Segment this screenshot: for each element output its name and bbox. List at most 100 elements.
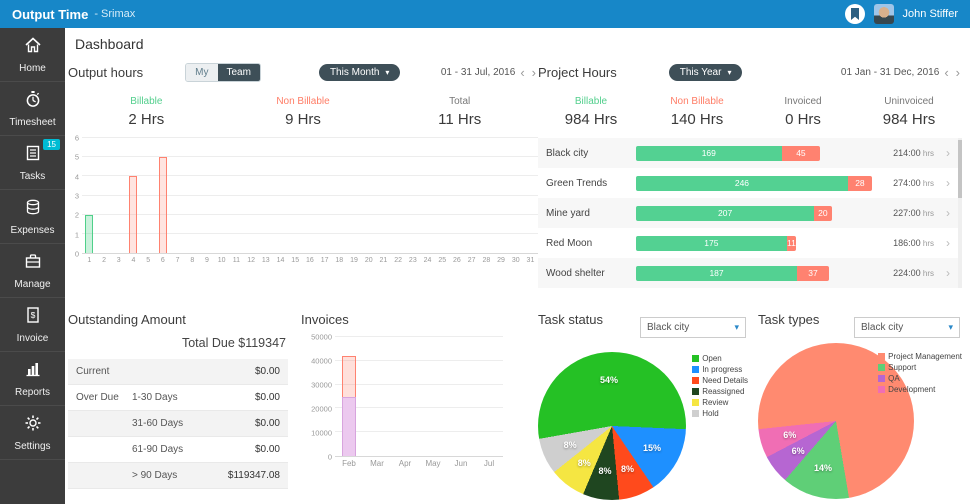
toggle-team-button[interactable]: Team [217,63,260,81]
legend-item: In progress [692,365,748,374]
user-name[interactable]: John Stiffer [903,8,958,20]
chevron-right-icon[interactable]: › [942,146,950,160]
task-status-project-select[interactable]: Black city ▾ [640,317,746,338]
next-period-button[interactable]: › [530,65,538,80]
legend-item: Project Management [878,352,962,361]
next-period-button[interactable]: › [954,65,962,80]
legend-label: Need Details [702,376,748,385]
project-hours-header: Project Hours This Year ▾ 01 Jan - 31 De… [538,60,962,84]
date-range-label: 01 - 31 Jul, 2016 [440,66,516,78]
day-slot [273,138,288,253]
project-bar: 175 11 [636,235,872,251]
scrollbar-thumb[interactable] [958,140,962,198]
x-tick-label: 31 [526,256,535,264]
sidebar-item-timesheet[interactable]: Timesheet [0,82,65,136]
main-content: Dashboard Output hours My Team This Mont… [65,28,970,504]
day-slot [229,138,244,253]
x-tick-label: 3 [116,256,121,264]
project-row[interactable]: Green Trends 246 28 274:00 hrs › [538,168,962,198]
nonbillable-segment: 45 [781,145,821,161]
topbar: Output Time - Srimax John Stiffer [0,0,970,28]
day-slot [303,138,318,253]
row-amount: $0.00 [254,366,280,377]
chevron-down-icon: ▾ [948,322,953,332]
total-due: Total Due $119347 [181,336,286,350]
day-slot [258,138,273,253]
prev-period-button[interactable]: ‹ [518,65,526,80]
legend-item: Review [692,398,748,407]
prev-period-button[interactable]: ‹ [942,65,950,80]
output-hours-title: Output hours [68,64,144,80]
project-hours-period-dropdown[interactable]: This Year ▾ [668,63,743,81]
output-hours-period-dropdown[interactable]: This Month ▾ [318,63,401,81]
sidebar-item-settings[interactable]: Settings [0,406,65,460]
toggle-my-button[interactable]: My [186,63,218,81]
project-row[interactable]: Black city 169 45 214:00 hrs › [538,138,962,168]
project-row[interactable]: Red Moon 175 11 186:00 hrs › [538,228,962,258]
stat-value: 140 Hrs [670,111,724,128]
stat: Non Billable 140 Hrs [644,96,750,128]
stat: Invoiced 0 Hrs [750,96,856,128]
outstanding-table: Current $0.00 Over Due 1-30 Days $0.00 31-60 … [68,359,288,489]
day-slot [405,138,420,253]
sidebar-item-home[interactable]: Home [0,28,65,82]
stat-value: 984 Hrs [882,111,936,128]
legend-label: Open [702,354,722,363]
stat: Uninvoiced 984 Hrs [856,96,962,128]
project-row[interactable]: Wood shelter 187 37 224:00 hrs › [538,258,962,288]
legend-swatch [878,386,886,393]
billable-segment: 246 [636,175,848,191]
project-name: Mine yard [546,207,590,219]
task-status-pie[interactable]: 54% 15% 8% 8% 8% 8% [538,352,686,500]
project-total-hours: 274:00 hrs [893,178,934,188]
billable-segment: 187 [636,265,798,281]
sidebar-item-label: Reports [14,386,50,398]
sidebar-item-invoice[interactable]: $ Invoice [0,298,65,352]
x-tick-label: Apr [398,458,412,468]
pie-circle [538,352,686,500]
task-types-project-select[interactable]: Black city ▾ [854,317,960,338]
sidebar-item-reports[interactable]: Reports [0,352,65,406]
sidebar-item-expenses[interactable]: Expenses [0,190,65,244]
page-title: Dashboard [75,36,144,52]
nonbillable-segment: 20 [814,205,832,221]
stacked-bar: 246 28 [636,175,872,191]
day-slot [111,138,126,253]
chevron-right-icon[interactable]: › [942,266,950,280]
day-slot [391,138,406,253]
table-row: 61-90 Days $0.00 [68,437,288,463]
project-name: Wood shelter [546,267,605,279]
sidebar-item-tasks[interactable]: Tasks 15 [0,136,65,190]
stat-value: 0 Hrs [785,111,821,128]
bookmark-button[interactable] [844,4,865,24]
project-bar: 246 28 [636,175,872,191]
chevron-right-icon[interactable]: › [942,236,950,250]
y-axis: 0 10000 20000 30000 40000 50000 [301,333,335,462]
stat-value: 984 Hrs [564,111,618,128]
day-slot [494,138,509,253]
stat: Billable 984 Hrs [538,96,644,128]
outstanding-title: Outstanding Amount [68,312,186,327]
day-slot [332,138,347,253]
row-amount: $0.00 [254,418,280,429]
row-amount: $119347.08 [227,470,280,481]
stat-value: 9 Hrs [285,111,321,128]
chevron-right-icon[interactable]: › [942,176,950,190]
x-tick-label: 7 [175,256,180,264]
sidebar-item-label: Expenses [10,224,55,236]
avatar[interactable] [873,4,894,24]
scrollbar-track[interactable] [958,138,962,288]
x-tick-label: 28 [482,256,491,264]
project-hours-title: Project Hours [538,64,617,80]
chevron-right-icon[interactable]: › [942,206,950,220]
day-slot [479,138,494,253]
project-row[interactable]: Mine yard 207 20 227:00 hrs › [538,198,962,228]
task-status-legend: Open In progress Need Details Reassigned Rev… [692,354,748,418]
x-tick-label: 12 [247,256,255,264]
x-tick-label: 1 [87,256,92,264]
day-slot [420,138,435,253]
legend-swatch [878,375,886,382]
day-slot [464,138,479,253]
table-row: > 90 Days $119347.08 [68,463,288,489]
sidebar-item-manage[interactable]: Manage [0,244,65,298]
